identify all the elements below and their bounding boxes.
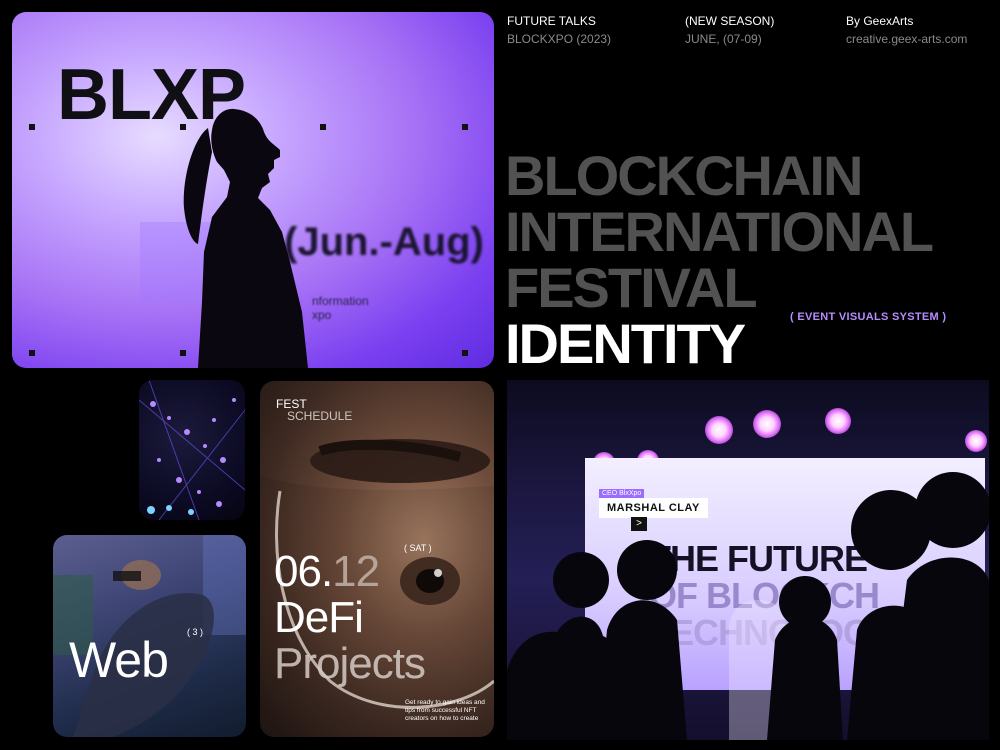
meta-label: By GeexArts xyxy=(846,14,914,28)
meta-value: BLOCKXPO (2023) xyxy=(507,32,612,46)
meta-label: FUTURE TALKS xyxy=(507,14,596,28)
author-link[interactable]: creative.geex-arts.com xyxy=(846,30,967,48)
title-identity: IDENTITY xyxy=(505,312,746,375)
web-label: Web xyxy=(69,632,169,688)
title-line: FESTIVAL xyxy=(505,256,758,319)
meta-column-talks: FUTURE TALKS BLOCKXPO (2023) xyxy=(507,12,611,48)
topic-line: DeFi xyxy=(274,593,364,642)
topic-line-faded: Projects xyxy=(274,639,426,688)
web3-photo-tile: Web ( 3 ) xyxy=(53,535,246,737)
meta-column-season: (NEW SEASON) JUNE, (07-09) xyxy=(685,12,774,48)
date-day: 06. xyxy=(274,547,333,596)
meta-label: (NEW SEASON) xyxy=(685,14,775,28)
day-label: ( SAT ) xyxy=(404,543,432,553)
conference-stage-photo: CEO BlxXpo MARSHAL CLAY > THE FUTURE OF … xyxy=(507,380,989,740)
title-line: BLOCKCHAIN xyxy=(505,144,863,207)
web-sup: ( 3 ) xyxy=(187,627,204,637)
lights-photo-tile xyxy=(139,380,245,520)
event-date: 06.12 xyxy=(274,547,380,597)
schedule-label: SCHEDULE xyxy=(287,409,353,423)
title-subtitle: ( EVENT VISUALS SYSTEM ) xyxy=(790,311,947,323)
date-month: 12 xyxy=(332,547,380,596)
woman-silhouette xyxy=(183,108,308,368)
schedule-card: FEST SCHEDULE ( SAT ) 06.12 DeFi Project… xyxy=(260,381,494,737)
title-line: INTERNATIONAL xyxy=(505,200,934,263)
schedule-blurb: Get ready to gain ideas and tips from su… xyxy=(405,699,485,722)
bokeh-lights xyxy=(139,380,245,520)
meta-column-author: By GeexArts creative.geex-arts.com xyxy=(846,12,967,48)
audience-silhouettes xyxy=(507,472,989,740)
meta-value: JUNE, (07-09) xyxy=(685,32,762,46)
hero-poster-card: BLXP (Jun.-Aug) nformation xpo xyxy=(12,12,494,368)
